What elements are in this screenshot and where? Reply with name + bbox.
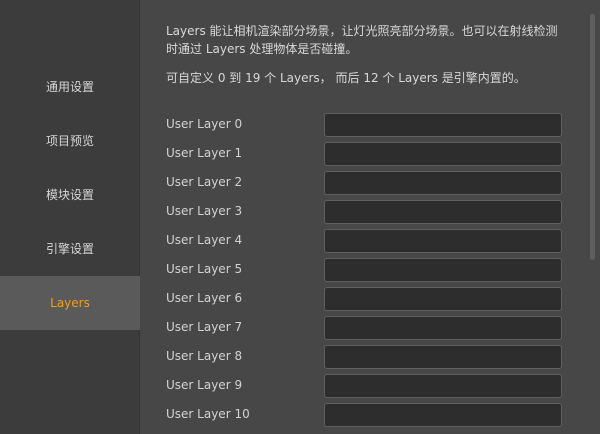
scrollbar-thumb[interactable]: [590, 14, 595, 260]
layers-description-cont: 时通过 Layers 处理物体是否碰撞。: [166, 42, 358, 56]
layer-row: User Layer 1: [166, 142, 562, 166]
layer-row: User Layer 2: [166, 171, 562, 195]
layer-row: User Layer 7: [166, 316, 562, 340]
settings-sidebar: 通用设置 项目预览 模块设置 引擎设置 Layers: [0, 0, 140, 434]
vertical-scrollbar[interactable]: [586, 0, 600, 434]
layers-description: Layers 能让相机渲染部分场景，让灯光照亮部分场景。也可以在射线检测: [166, 24, 558, 38]
layer-name-input-10[interactable]: [324, 403, 562, 427]
layer-name-input-2[interactable]: [324, 171, 562, 195]
layer-row: User Layer 3: [166, 200, 562, 224]
layer-name-input-0[interactable]: [324, 113, 562, 137]
layer-label: User Layer 9: [166, 378, 243, 392]
layer-row: User Layer 5: [166, 258, 562, 282]
layer-name-input-9[interactable]: [324, 374, 562, 398]
layer-label: User Layer 8: [166, 349, 243, 363]
layer-label: User Layer 5: [166, 262, 243, 276]
sidebar-item-project-preview[interactable]: 项目预览: [0, 113, 140, 167]
layer-label: User Layer 1: [166, 146, 243, 160]
sidebar-item-layers[interactable]: Layers: [0, 276, 140, 330]
layer-label: User Layer 6: [166, 291, 243, 305]
layers-panel: Layers 能让相机渲染部分场景，让灯光照亮部分场景。也可以在射线检测 时通过…: [141, 0, 586, 434]
layer-name-input-7[interactable]: [324, 316, 562, 340]
layer-label: User Layer 7: [166, 320, 243, 334]
layer-name-input-6[interactable]: [324, 287, 562, 311]
layer-label: User Layer 2: [166, 175, 243, 189]
layer-name-input-1[interactable]: [324, 142, 562, 166]
sidebar-item-label: 引擎设置: [45, 241, 94, 256]
layer-row: User Layer 9: [166, 374, 562, 398]
sidebar-item-label: 项目预览: [45, 133, 94, 148]
sidebar-item-label: 通用设置: [45, 79, 94, 94]
sidebar-item-engine-settings[interactable]: 引擎设置: [0, 221, 140, 275]
layer-label: User Layer 10: [166, 407, 250, 421]
layer-label: User Layer 4: [166, 233, 243, 247]
layer-name-input-4[interactable]: [324, 229, 562, 253]
layer-label: User Layer 3: [166, 204, 243, 218]
layer-row: User Layer 6: [166, 287, 562, 311]
layer-row: User Layer 0: [166, 113, 562, 137]
layers-range-note: 可自定义 0 到 19 个 Layers， 而后 12 个 Layers 是引擎…: [166, 71, 526, 85]
layer-name-input-8[interactable]: [324, 345, 562, 369]
sidebar-item-label: Layers: [50, 296, 90, 310]
sidebar-item-module-settings[interactable]: 模块设置: [0, 167, 140, 221]
sidebar-item-label: 模块设置: [45, 187, 94, 202]
sidebar-item-general-settings[interactable]: 通用设置: [0, 59, 140, 113]
layer-row: User Layer 4: [166, 229, 562, 253]
layer-label: User Layer 0: [166, 117, 243, 131]
layer-row: User Layer 10: [166, 403, 562, 427]
layer-name-input-3[interactable]: [324, 200, 562, 224]
layer-name-input-5[interactable]: [324, 258, 562, 282]
layer-row: User Layer 8: [166, 345, 562, 369]
